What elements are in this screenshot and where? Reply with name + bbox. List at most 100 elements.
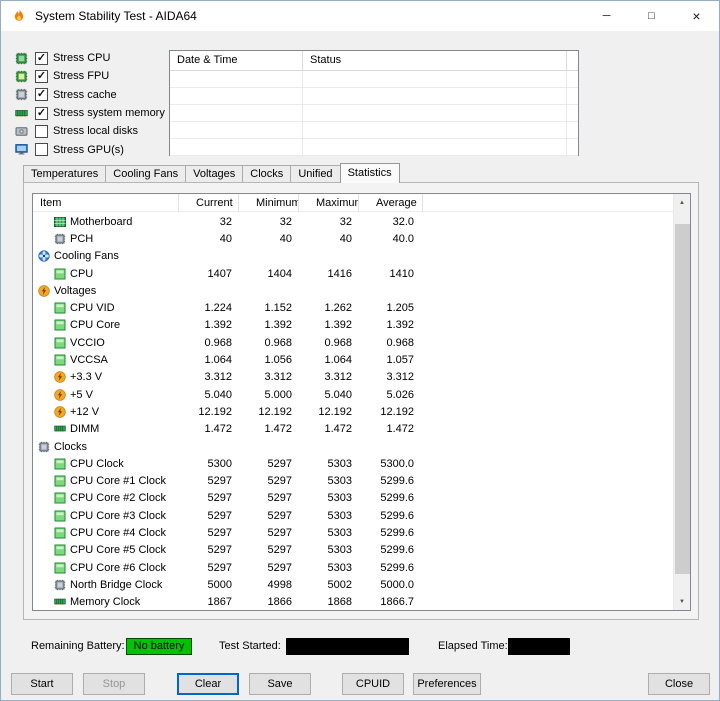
green-led-icon: [54, 562, 66, 574]
minimum-value: 1.056: [264, 354, 292, 367]
table-row-dimm[interactable]: DIMM 1.472 1.472 1.472 1.472: [33, 421, 673, 438]
stress-option-stress-gpu-s[interactable]: Stress GPU(s): [15, 140, 165, 158]
col-item[interactable]: Item: [33, 194, 179, 211]
label-stress-local-disks: Stress local disks: [53, 125, 138, 138]
table-row-cpu-core-6-clock[interactable]: CPU Core #6 Clock 5297 5297 5303 5299.6: [33, 559, 673, 576]
stress-option-stress-cache[interactable]: ✓ Stress cache: [15, 86, 165, 104]
vertical-scrollbar[interactable]: ▲ ▼: [673, 194, 690, 610]
col-average[interactable]: Average: [359, 194, 423, 211]
col-current[interactable]: Current: [179, 194, 239, 211]
average-value: 1.472: [386, 423, 414, 436]
green-led-icon: [54, 302, 66, 314]
close-window-button[interactable]: ×: [674, 1, 719, 31]
table-row-memory-clock[interactable]: Memory Clock 1867 1866 1868 1866.7: [33, 594, 673, 610]
average-value: 1.392: [386, 319, 414, 332]
save-button[interactable]: Save: [249, 673, 311, 695]
table-row-north-bridge-clock[interactable]: North Bridge Clock 5000 4998 5002 5000.0: [33, 576, 673, 593]
stress-option-stress-system-memory[interactable]: ✓ Stress system memory: [15, 104, 165, 122]
maximum-value: 5002: [327, 578, 352, 591]
table-row-cpu-core-3-clock[interactable]: CPU Core #3 Clock 5297 5297 5303 5299.6: [33, 507, 673, 524]
table-row-12-v[interactable]: +12 V 12.192 12.192 12.192 12.192: [33, 403, 673, 420]
minimize-button[interactable]: ─: [584, 1, 629, 31]
maximum-value: 1.392: [324, 319, 352, 332]
table-row-5-v[interactable]: +5 V 5.040 5.000 5.040 5.026: [33, 386, 673, 403]
table-row-voltages[interactable]: Voltages: [33, 282, 673, 299]
tab-unified[interactable]: Unified: [290, 165, 341, 182]
checkbox-stress-cache[interactable]: ✓: [35, 88, 48, 102]
minimum-value: 1.472: [264, 423, 292, 436]
table-row-cpu-core-5-clock[interactable]: CPU Core #5 Clock 5297 5297 5303 5299.6: [33, 542, 673, 559]
tab-statistics[interactable]: Statistics: [339, 163, 400, 183]
stop-button[interactable]: Stop: [83, 673, 145, 695]
log-col-status[interactable]: Status: [303, 51, 567, 70]
item-label: CPU Core #3 Clock: [70, 509, 166, 522]
tab-cooling-fans[interactable]: Cooling Fans: [105, 165, 187, 182]
table-row-cpu-core-2-clock[interactable]: CPU Core #2 Clock 5297 5297 5303 5299.6: [33, 490, 673, 507]
checkbox-stress-system-memory[interactable]: ✓: [35, 106, 48, 120]
table-row-3-3-v[interactable]: +3.3 V 3.312 3.312 3.312 3.312: [33, 369, 673, 386]
average-value: 12.192: [380, 405, 414, 418]
status-row: Remaining Battery: No battery Test Start…: [1, 636, 719, 656]
log-col-datetime[interactable]: Date & Time: [170, 51, 303, 70]
tab-voltages[interactable]: Voltages: [185, 165, 244, 182]
table-row-cpu-core-4-clock[interactable]: CPU Core #4 Clock 5297 5297 5303 5299.6: [33, 524, 673, 541]
preferences-button[interactable]: Preferences: [413, 673, 481, 695]
green-led-icon: [54, 337, 66, 349]
stress-option-stress-cpu[interactable]: ✓ Stress CPU: [15, 49, 165, 67]
log-listview[interactable]: Date & Time Status: [169, 50, 579, 156]
average-value: 5299.6: [380, 475, 414, 488]
lightning-icon: [38, 285, 50, 297]
average-value: 5299.6: [380, 509, 414, 522]
table-row-cpu-vid[interactable]: CPU VID 1.224 1.152 1.262 1.205: [33, 299, 673, 316]
lightning-icon: [54, 371, 66, 384]
table-row-cpu-core[interactable]: CPU Core 1.392 1.392 1.392 1.392: [33, 317, 673, 334]
stress-option-stress-fpu[interactable]: ✓ Stress FPU: [15, 67, 165, 85]
gpu-stress-icon: [15, 143, 31, 156]
maximize-button[interactable]: □: [629, 1, 674, 31]
close-button[interactable]: Close: [648, 673, 710, 695]
maximum-value: 5303: [327, 509, 352, 522]
item-label: Clocks: [54, 440, 88, 453]
checkbox-stress-gpu-s[interactable]: [35, 143, 48, 157]
table-row-pch[interactable]: PCH 40 40 40 40.0: [33, 230, 673, 247]
table-row-clocks[interactable]: Clocks: [33, 438, 673, 455]
scroll-up-icon[interactable]: ▲: [674, 194, 690, 211]
start-button[interactable]: Start: [11, 673, 73, 695]
table-row-cooling-fans[interactable]: Cooling Fans: [33, 248, 673, 265]
minimum-value: 1404: [267, 267, 292, 280]
average-value: 5.026: [386, 388, 414, 401]
clear-button[interactable]: Clear: [177, 673, 239, 695]
minimum-value: 3.312: [264, 371, 292, 384]
tab-clocks[interactable]: Clocks: [242, 165, 292, 182]
log-col-empty: [567, 51, 578, 70]
item-label: VCCIO: [70, 336, 105, 349]
chip-icon: [38, 441, 50, 453]
titlebar[interactable]: System Stability Test - AIDA64 ─ □ ×: [1, 1, 719, 31]
motherboard-icon: [54, 216, 66, 228]
elapsed-time-label: Elapsed Time:: [438, 640, 508, 652]
table-row-motherboard[interactable]: Motherboard 32 32 32 32.0: [33, 213, 673, 230]
maximum-value: 1868: [327, 596, 352, 609]
minimum-value: 5297: [267, 526, 292, 539]
stress-option-stress-local-disks[interactable]: Stress local disks: [15, 122, 165, 140]
col-minimum[interactable]: Minimum: [239, 194, 299, 211]
minimum-value: 32: [279, 215, 292, 228]
log-empty-row: [170, 71, 578, 88]
cpuid-button[interactable]: CPUID: [342, 673, 404, 695]
table-row-cpu-clock[interactable]: CPU Clock 5300 5297 5303 5300.0: [33, 455, 673, 472]
table-row-cpu-core-1-clock[interactable]: CPU Core #1 Clock 5297 5297 5303 5299.6: [33, 472, 673, 489]
scroll-down-icon[interactable]: ▼: [674, 593, 690, 610]
checkbox-stress-cpu[interactable]: ✓: [35, 51, 48, 65]
table-row-cpu[interactable]: CPU 1407 1404 1416 1410: [33, 265, 673, 282]
checkbox-stress-fpu[interactable]: ✓: [35, 69, 48, 83]
scroll-thumb[interactable]: [675, 224, 690, 574]
table-row-vccsa[interactable]: VCCSA 1.064 1.056 1.064 1.057: [33, 351, 673, 368]
current-value: 12.192: [198, 405, 232, 418]
label-stress-gpu-s: Stress GPU(s): [53, 143, 124, 156]
lightning-icon: [54, 406, 66, 418]
checkbox-stress-local-disks[interactable]: [35, 124, 48, 138]
table-row-vccio[interactable]: VCCIO 0.968 0.968 0.968 0.968: [33, 334, 673, 351]
col-maximum[interactable]: Maximum: [299, 194, 359, 211]
tab-temperatures[interactable]: Temperatures: [23, 165, 107, 182]
statistics-table: Item Current Minimum Maximum Average Mot…: [32, 193, 691, 611]
